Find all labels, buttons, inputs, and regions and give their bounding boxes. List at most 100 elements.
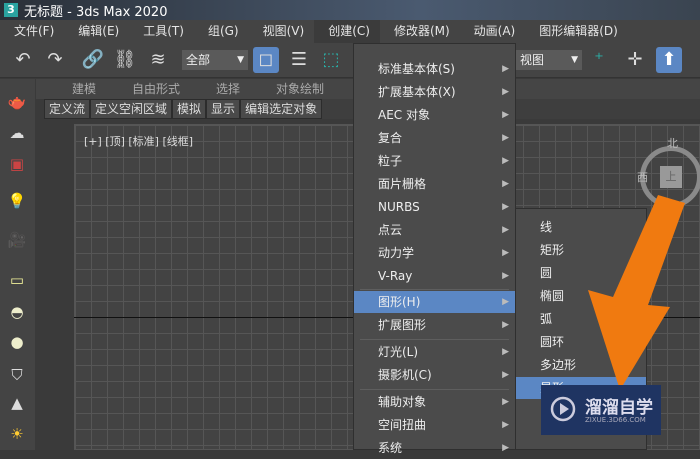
cloud-icon[interactable]: ☁	[6, 124, 28, 144]
chevron-down-icon: ▼	[571, 55, 578, 65]
chevron-right-icon: ▶	[502, 297, 509, 307]
menu-group[interactable]: 组(G)	[194, 20, 249, 43]
display-button[interactable]: 显示	[206, 99, 241, 119]
menu-item-helpers[interactable]: 辅助对象 ▶	[354, 391, 515, 413]
menu-item-lights[interactable]: 灯光(L) ▶	[354, 341, 515, 363]
arrow-shape	[588, 195, 685, 390]
chevron-right-icon: ▶	[502, 443, 509, 453]
undo-icon[interactable]: ↶	[10, 47, 36, 73]
light-icon[interactable]: 💡	[6, 192, 28, 212]
select-by-name-icon[interactable]: ☰	[286, 47, 312, 73]
label: 面片栅格	[378, 177, 427, 191]
chevron-right-icon: ▶	[502, 271, 509, 281]
menu-item-shapes[interactable]: 图形(H) ▶	[354, 291, 515, 313]
compass-west: 西	[637, 171, 648, 184]
tab-freeform[interactable]: 自由形式	[132, 79, 180, 99]
render-frame-icon[interactable]: ▣	[6, 155, 28, 175]
menu-bar: 文件(F) 编辑(E) 工具(T) 组(G) 视图(V) 创建(C) 修改器(M…	[0, 20, 700, 43]
watermark-url: ZIXUE.3D66.COM	[585, 416, 646, 424]
menu-item-point-cloud[interactable]: 点云 ▶	[354, 219, 515, 241]
redo-icon[interactable]: ↷	[42, 47, 68, 73]
label: 点云	[378, 223, 403, 237]
menu-separator	[360, 389, 509, 390]
menu-modifiers[interactable]: 修改器(M)	[380, 20, 460, 43]
sphere-icon[interactable]: ●	[6, 333, 28, 353]
chevron-right-icon: ▶	[502, 110, 509, 120]
viewcube-top-face[interactable]: 上	[660, 166, 682, 188]
menu-item-particles[interactable]: 粒子 ▶	[354, 150, 515, 172]
coord-system-value: 视图	[520, 53, 545, 67]
menu-item-aec-objects[interactable]: AEC 对象 ▶	[354, 104, 515, 126]
window-title: 无标题 - 3ds Max 2020	[24, 4, 168, 20]
menu-item-nurbs[interactable]: NURBS ▶	[354, 196, 515, 218]
menu-item-systems[interactable]: 系统 ▶	[354, 437, 515, 459]
label: 辅助对象	[378, 395, 427, 409]
menu-separator	[360, 289, 509, 290]
command-panel-toolbar: 🫖 ☁ ▣ 💡 🎥 ▭ ◓ ● ⛉ ▲ ☀	[0, 79, 35, 450]
menu-item-vray[interactable]: V-Ray ▶	[354, 265, 515, 287]
chevron-right-icon: ▶	[502, 370, 509, 380]
menu-animation[interactable]: 动画(A)	[460, 20, 526, 43]
menu-item-extended-primitives[interactable]: 扩展基本体(X) ▶	[354, 81, 515, 103]
orange-arrow-annotation	[588, 195, 685, 390]
chevron-right-icon: ▶	[502, 420, 509, 430]
menu-graph-editors[interactable]: 图形编辑器(D)	[525, 20, 628, 43]
sun-icon[interactable]: ☀	[6, 425, 28, 445]
cone-icon[interactable]: ▲	[6, 394, 28, 414]
selection-filter-dropdown[interactable]: 全部 ▼	[182, 50, 248, 70]
chevron-right-icon: ▶	[502, 133, 509, 143]
play-logo-icon	[550, 396, 576, 422]
menu-create[interactable]: 创建(C)	[314, 20, 380, 43]
create-menu: 标准基本体(S) ▶ 扩展基本体(X) ▶ AEC 对象 ▶ 复合 ▶ 粒子 ▶ 面片栅格…	[353, 43, 516, 455]
compass-north: 北	[667, 137, 678, 150]
tab-object-paint[interactable]: 对象绘制	[276, 79, 324, 99]
label: 复合	[378, 131, 403, 145]
chevron-right-icon: ▶	[502, 225, 509, 235]
label: 空间扭曲	[378, 418, 427, 432]
simulate-button[interactable]: 模拟	[172, 99, 207, 119]
coord-system-dropdown[interactable]: 视图 ▼	[516, 50, 582, 70]
label: V-Ray	[378, 269, 413, 283]
label: 标准基本体(S)	[378, 62, 455, 76]
menu-item-extended-shapes[interactable]: 扩展图形 ▶	[354, 314, 515, 336]
link-icon[interactable]: 🔗	[80, 47, 106, 73]
viewport-label[interactable]: [+] [顶] [标准] [线框]	[84, 133, 193, 149]
menu-item-standard-primitives[interactable]: 标准基本体(S) ▶	[354, 58, 515, 80]
select-manipulate-icon[interactable]: ✛	[622, 47, 648, 73]
chevron-right-icon: ▶	[502, 179, 509, 189]
menu-item-cameras[interactable]: 摄影机(C) ▶	[354, 364, 515, 386]
menu-item-patch-grids[interactable]: 面片栅格 ▶	[354, 173, 515, 195]
menu-file[interactable]: 文件(F)	[0, 20, 64, 43]
rectangular-selection-icon[interactable]: ⬚	[318, 47, 344, 73]
label: NURBS	[378, 200, 420, 214]
label: 图形(H)	[378, 295, 421, 309]
basket-icon[interactable]: ⛉	[6, 366, 28, 386]
chevron-right-icon: ▶	[502, 347, 509, 357]
chevron-right-icon: ▶	[502, 87, 509, 97]
select-object-icon[interactable]: ◻	[253, 47, 279, 73]
label: 摄影机(C)	[378, 368, 432, 382]
keyboard-shortcut-override-icon[interactable]: ⬆	[656, 47, 682, 73]
teapot-icon[interactable]: 🫖	[6, 93, 28, 113]
tab-selection[interactable]: 选择	[216, 79, 240, 99]
menu-item-space-warps[interactable]: 空间扭曲 ▶	[354, 414, 515, 436]
menu-edit[interactable]: 编辑(E)	[64, 20, 129, 43]
define-flow-button[interactable]: 定义流	[44, 99, 91, 119]
box-icon[interactable]: ▭	[6, 271, 28, 291]
menu-item-compound[interactable]: 复合 ▶	[354, 127, 515, 149]
camera-icon[interactable]: 🎥	[6, 231, 28, 251]
bind-space-warp-icon[interactable]: ≋	[145, 47, 171, 73]
chevron-right-icon: ▶	[502, 248, 509, 258]
menu-views[interactable]: 视图(V)	[249, 20, 315, 43]
unlink-icon[interactable]: ⛓	[112, 47, 138, 73]
menu-item-dynamics[interactable]: 动力学 ▶	[354, 242, 515, 264]
label: 动力学	[378, 246, 415, 260]
chevron-right-icon: ▶	[502, 64, 509, 74]
menu-tools[interactable]: 工具(T)	[129, 20, 194, 43]
edit-selected-button[interactable]: 编辑选定对象	[240, 99, 323, 119]
hemisphere-icon[interactable]: ◓	[6, 303, 28, 323]
pivot-center-icon[interactable]: ⁺	[586, 47, 612, 73]
tab-modeling[interactable]: 建模	[72, 79, 96, 99]
chevron-right-icon: ▶	[502, 156, 509, 166]
define-idle-areas-button[interactable]: 定义空闲区域	[90, 99, 173, 119]
